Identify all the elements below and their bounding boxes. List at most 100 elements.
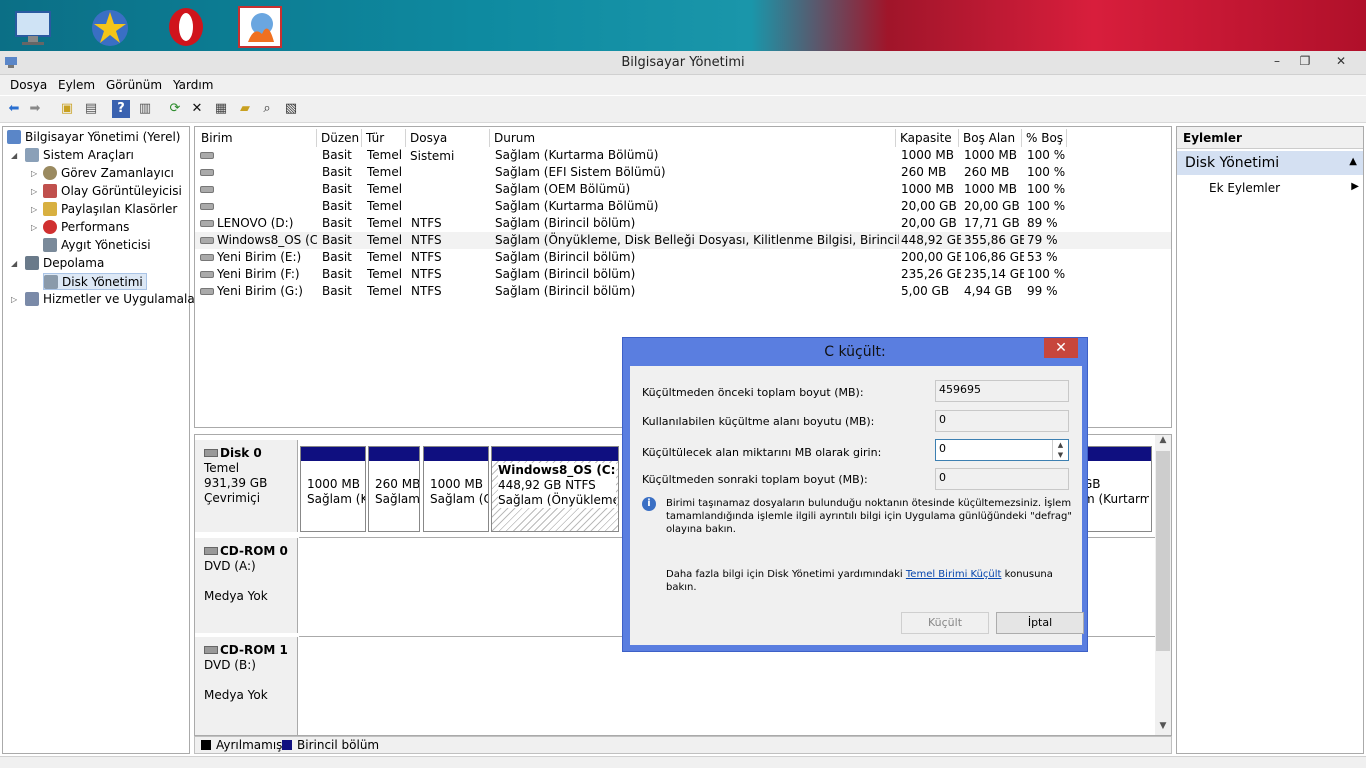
table-row[interactable]: Basit Temel Sağlam (Kurtarma Bölümü) 20,00 …	[195, 198, 1171, 215]
computer-desktop-icon[interactable]	[12, 6, 56, 48]
close-button[interactable]: ✕	[1318, 51, 1364, 71]
tree-device-manager[interactable]: Aygıt Yöneticisi	[43, 237, 151, 254]
back-icon[interactable]: ⬅	[5, 100, 23, 118]
total-after-label: Küçültmeden sonraki toplam boyut (MB):	[642, 473, 868, 486]
expand-arrow-icon[interactable]: ▷	[31, 201, 37, 218]
table-row[interactable]: Basit Temel Sağlam (EFI Sistem Bölümü) 260 …	[195, 164, 1171, 181]
cell-text: 1000 MB	[964, 148, 1017, 162]
table-cell: 100 %	[1027, 147, 1069, 164]
table-row[interactable]: Basit Temel Sağlam (Kurtarma Bölümü) 1000 M…	[195, 147, 1171, 164]
info-text: Birimi taşınamaz dosyaların bulunduğu no…	[666, 498, 1072, 535]
expand-arrow-icon[interactable]: ▷	[11, 291, 17, 308]
cancel-button[interactable]: İptal	[996, 612, 1084, 634]
table-row[interactable]: LENOVO (D:) Basit Temel NTFS Sağlam (Birinci…	[195, 215, 1171, 232]
show-tree-icon[interactable]: ▤	[82, 100, 100, 118]
menu-file[interactable]: Dosya	[10, 78, 47, 92]
table-cell: NTFS	[411, 249, 493, 266]
collapse-arrow-icon[interactable]: ◢	[11, 255, 17, 272]
dialog-close-button[interactable]: ✕	[1044, 338, 1078, 358]
tree-shared-folders[interactable]: Paylaşılan Klasörler	[43, 201, 177, 218]
table-row[interactable]: Yeni Birim (F:) Basit Temel NTFS Sağlam (Bir…	[195, 266, 1171, 283]
up-folder-icon[interactable]: ▣	[58, 100, 76, 118]
partition-windows8-os[interactable]: Windows8_OS (C:) 448,92 GB NTFS Sağlam (Ön…	[491, 446, 619, 532]
vertical-scrollbar[interactable]: ▲ ▼	[1155, 435, 1171, 735]
table-cell: Basit	[322, 266, 366, 283]
column-header-percent-free[interactable]: % Boş	[1022, 129, 1067, 147]
minimize-button[interactable]: –	[1262, 51, 1292, 71]
menu-view[interactable]: Görünüm	[106, 78, 162, 92]
column-header-status[interactable]: Durum	[490, 129, 896, 147]
scrollbar-thumb[interactable]	[1156, 451, 1170, 651]
column-header-layout[interactable]: Düzen	[317, 129, 362, 147]
amount-input[interactable]: 0 ▲ ▼	[935, 439, 1069, 461]
column-header-type[interactable]: Tür	[362, 129, 406, 147]
delete-icon[interactable]: ✕	[188, 100, 206, 118]
scroll-down-icon[interactable]: ▼	[1155, 721, 1171, 731]
partition-oem[interactable]: 1000 MB Sağlam (C	[423, 446, 489, 532]
amount-spinner[interactable]: ▲ ▼	[1052, 440, 1068, 460]
show-action-pane-icon[interactable]: ▥	[136, 100, 154, 118]
cdrom1-label[interactable]: CD-ROM 1 DVD (B:) Medya Yok	[195, 637, 298, 735]
tree-performance[interactable]: Performans	[43, 219, 129, 236]
help-link[interactable]: Temel Birimi Küçült	[906, 569, 1002, 580]
column-header-filesystem[interactable]: Dosya Sistemi	[406, 129, 490, 163]
table-cell: Temel	[367, 181, 409, 198]
properties-icon[interactable]: ▦	[212, 100, 230, 118]
table-cell: 4,94 GB	[964, 283, 1024, 300]
collapse-section-icon[interactable]: ▲	[1349, 156, 1357, 167]
table-row[interactable]: Basit Temel Sağlam (OEM Bölümü) 1000 MB 1000…	[195, 181, 1171, 198]
expand-arrow-icon[interactable]: ▷	[31, 183, 37, 200]
column-header-volume[interactable]: Birim	[197, 129, 317, 147]
tree-system-tools[interactable]: Sistem Araçları	[25, 147, 134, 164]
shrink-button[interactable]: Küçült	[901, 612, 989, 634]
partition-recovery-1[interactable]: 1000 MB Sağlam (K	[300, 446, 366, 532]
table-row[interactable]: Yeni Birim (E:) Basit Temel NTFS Sağlam (Bir…	[195, 249, 1171, 266]
table-row[interactable]: Windows8_OS (C:) Basit Temel NTFS Sağlam (Ön…	[195, 232, 1171, 249]
disk-icon	[204, 449, 218, 457]
cdrom0-label[interactable]: CD-ROM 0 DVD (A:) Medya Yok	[195, 538, 298, 633]
total-after-field: 0	[935, 468, 1069, 490]
opera-desktop-icon[interactable]	[164, 6, 208, 48]
table-row[interactable]: Yeni Birim (G:) Basit Temel NTFS Sağlam (Bir…	[195, 283, 1171, 300]
refresh-icon[interactable]: ⟳	[166, 100, 184, 118]
volume-icon	[200, 169, 214, 176]
collapse-arrow-icon[interactable]: ◢	[11, 147, 17, 164]
cell-text: Basit	[322, 182, 352, 196]
tree-storage[interactable]: Depolama	[25, 255, 104, 272]
table-cell: Sağlam (Kurtarma Bölümü)	[495, 147, 899, 164]
scroll-up-icon[interactable]: ▲	[1155, 435, 1171, 445]
forward-icon[interactable]: ➡	[26, 100, 44, 118]
column-header-capacity[interactable]: Kapasite	[896, 129, 959, 147]
help-icon[interactable]: ?	[112, 100, 130, 118]
open-icon[interactable]: ▰	[236, 100, 254, 118]
cell-text: 100 %	[1027, 182, 1066, 196]
clock-icon	[43, 166, 57, 180]
maximize-button[interactable]: ❐	[1290, 51, 1320, 71]
column-header-free[interactable]: Boş Alan	[959, 129, 1022, 147]
cell-text: 260 MB	[901, 165, 947, 179]
menu-action[interactable]: Eylem	[58, 78, 95, 92]
more-actions-item[interactable]: Ek Eylemler ▶	[1209, 181, 1359, 195]
favorites-desktop-icon[interactable]	[88, 6, 132, 48]
partition-efi[interactable]: 260 MB Sağlam	[368, 446, 420, 532]
disk0-label[interactable]: Disk 0 Temel 931,39 GB Çevrimiçi	[195, 440, 298, 532]
actions-section[interactable]: Disk Yönetimi ▲	[1177, 151, 1363, 175]
search-icon[interactable]: ⌕	[258, 100, 276, 118]
table-cell: Basit	[322, 181, 366, 198]
expand-arrow-icon[interactable]: ▷	[31, 165, 37, 182]
tree-disk-management[interactable]: Disk Yönetimi	[43, 273, 147, 290]
partition-recovery-2[interactable]: GB m (Kurtarm	[1078, 446, 1152, 532]
settings-icon[interactable]: ▧	[282, 100, 300, 118]
tree-services[interactable]: Hizmetler ve Uygulamalar	[25, 291, 200, 308]
tree-root[interactable]: Bilgisayar Yönetimi (Yerel)	[7, 129, 180, 146]
table-cell: 100 %	[1027, 266, 1069, 283]
app-desktop-icon[interactable]	[238, 6, 282, 48]
tree-task-scheduler[interactable]: Görev Zamanlayıcı	[43, 165, 174, 182]
menu-help[interactable]: Yardım	[173, 78, 213, 92]
tree-event-viewer[interactable]: Olay Görüntüleyicisi	[43, 183, 182, 200]
cell-text: Temel	[367, 216, 403, 230]
table-cell: 106,86 GB	[964, 249, 1024, 266]
computer-icon	[7, 130, 21, 144]
expand-arrow-icon[interactable]: ▷	[31, 219, 37, 236]
cell-text: 200,00 GB	[901, 250, 961, 264]
